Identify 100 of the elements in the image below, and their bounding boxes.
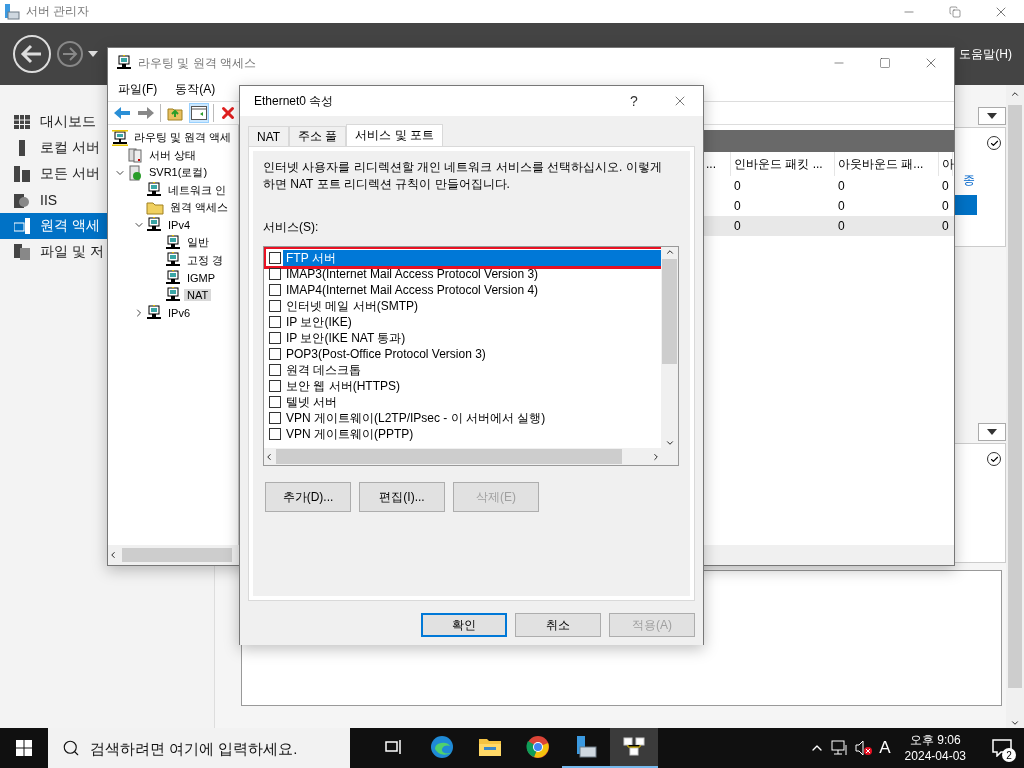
tree-item[interactable]: IPv4	[165, 219, 193, 232]
menu-item[interactable]: 동작(A)	[175, 81, 216, 98]
windows-logo-icon[interactable]	[16, 740, 32, 756]
console-tree-icon[interactable]	[191, 106, 207, 120]
scroll-up-icon[interactable]	[664, 247, 675, 257]
back-icon[interactable]	[12, 34, 52, 74]
scroll-right-icon[interactable]	[651, 451, 661, 462]
dialog-button[interactable]: 취소	[515, 613, 601, 637]
clock[interactable]: 오후 9:06 2024-04-03	[904, 732, 966, 764]
tree-item[interactable]: 일반	[184, 235, 212, 251]
folder-icon	[146, 199, 164, 216]
tree-item[interactable]: NAT	[184, 289, 212, 302]
link[interactable]: 종	[963, 172, 975, 189]
network-icon[interactable]	[831, 740, 850, 756]
network-computers-icon[interactable]	[622, 737, 646, 757]
list-item[interactable]: 인터넷 메일 서버(SMTP)	[283, 297, 421, 315]
tree-item[interactable]: 원격 액세스	[167, 200, 232, 216]
tree-item[interactable]: IGMP	[184, 271, 219, 284]
folder-icon[interactable]	[478, 737, 502, 757]
dialog-button[interactable]: 확인	[421, 613, 507, 637]
speaker-muted-icon[interactable]	[855, 740, 874, 756]
edge-icon[interactable]	[430, 735, 454, 759]
list-item[interactable]: IMAP3(Internet Mail Access Protocol Version 3)	[283, 267, 542, 281]
grid-icon	[14, 115, 30, 129]
server-manager-icon	[4, 3, 20, 20]
task-view-icon[interactable]	[385, 739, 403, 755]
tree-item[interactable]: SVR1(로컬)	[146, 165, 211, 181]
tree-item[interactable]: 라우팅 및 원격 액세	[131, 130, 235, 146]
dropdown-caret-icon	[987, 113, 997, 119]
forward-arrow-icon[interactable]	[137, 106, 155, 120]
server-manager-icon[interactable]	[574, 735, 598, 759]
dropdown[interactable]	[978, 107, 1006, 125]
list-item[interactable]: 텔넷 서버	[283, 393, 341, 411]
dropdown-caret-icon[interactable]	[88, 51, 98, 57]
list-item[interactable]: FTP 서버	[283, 249, 661, 267]
checkbox[interactable]	[269, 412, 281, 424]
help-menu[interactable]: 도움말(H)	[959, 45, 1012, 63]
checkbox[interactable]	[269, 428, 281, 440]
dialog-title: Ethernet0 속성	[254, 92, 334, 110]
checkbox[interactable]	[269, 252, 281, 264]
list-item[interactable]: 보안 웹 서버(HTTPS)	[283, 377, 403, 395]
sidebar-item[interactable]: 파일 및 저	[0, 239, 107, 265]
tree-item[interactable]: IPv6	[165, 306, 193, 319]
scroll-left-icon[interactable]	[108, 550, 118, 560]
list-item[interactable]: POP3(Post-Office Protocol Version 3)	[283, 347, 489, 361]
taskbar-button[interactable]	[610, 728, 658, 768]
list-item[interactable]: VPN 게이트웨이(PPTP)	[283, 425, 417, 443]
sidebar-item[interactable]: 로컬 서버	[0, 135, 107, 161]
action-button[interactable]: 편집(I)...	[359, 482, 445, 512]
chrome-icon[interactable]	[526, 735, 550, 759]
folder-up-icon[interactable]	[167, 105, 183, 121]
checkbox[interactable]	[269, 284, 281, 296]
checkbox[interactable]	[269, 364, 281, 376]
scroll-down-icon[interactable]	[664, 438, 675, 448]
window-title: 서버 관리자	[26, 3, 90, 20]
checkbox[interactable]	[269, 316, 281, 328]
tree-item[interactable]: 서버 상태	[146, 147, 200, 163]
input-method-indicator[interactable]: A	[879, 738, 891, 758]
list-item[interactable]: 원격 데스크톱	[283, 361, 365, 379]
sidebar-item[interactable]: IIS	[0, 187, 107, 213]
checkbox[interactable]	[269, 268, 281, 280]
horizontal-scrollbar[interactable]	[264, 448, 678, 465]
table-cell-text: 0	[941, 198, 950, 215]
delete-icon[interactable]	[219, 104, 237, 122]
checkbox[interactable]	[269, 348, 281, 360]
checkbox[interactable]	[269, 396, 281, 408]
table-cell-text: 0	[837, 198, 846, 215]
scroll-left-icon[interactable]	[264, 451, 274, 462]
list-item[interactable]: IP 보안(IKE NAT 통과)	[283, 329, 409, 347]
scrollbar[interactable]	[1006, 85, 1024, 728]
search-field[interactable]: 검색하려면 여기에 입력하세요.	[48, 728, 350, 768]
list-item[interactable]: IMAP4(Internet Mail Access Protocol Version 4)	[283, 283, 542, 297]
list-item[interactable]: IP 보안(IKE)	[283, 313, 355, 331]
computer-icon	[146, 182, 162, 199]
computer-icon	[165, 252, 181, 269]
tab[interactable]: NAT	[248, 126, 290, 146]
search-icon	[62, 739, 80, 757]
vertical-scrollbar[interactable]	[661, 247, 678, 448]
dropdown[interactable]	[978, 423, 1006, 441]
router-icon	[116, 55, 132, 71]
tree-item[interactable]: 네트워크 인	[165, 182, 230, 198]
back-arrow-icon[interactable]	[113, 106, 131, 120]
servers-icon	[14, 166, 30, 182]
maximize-icon[interactable]	[879, 57, 891, 69]
checkbox[interactable]	[269, 380, 281, 392]
notification-icon[interactable]	[992, 739, 1012, 757]
list-item[interactable]: VPN 게이트웨이(L2TP/IPsec - 이 서버에서 실행)	[283, 409, 549, 427]
sidebar-item[interactable]: 원격 액세	[0, 213, 107, 239]
checkbox[interactable]	[269, 332, 281, 344]
tab[interactable]: 주소 풀	[289, 126, 347, 146]
sidebar-item[interactable]: 대시보드	[0, 109, 107, 135]
scroll-down-icon[interactable]	[1010, 718, 1020, 728]
action-button[interactable]: 추가(D)...	[265, 482, 351, 512]
tab[interactable]: 서비스 및 포트	[346, 124, 444, 146]
scroll-up-icon[interactable]	[1010, 89, 1020, 99]
sidebar-item[interactable]: 모든 서버	[0, 161, 107, 187]
tree-item[interactable]: 고정 경	[184, 252, 227, 268]
menu-item[interactable]: 파일(F)	[118, 81, 158, 98]
help-button[interactable]: ?	[611, 86, 657, 116]
checkbox[interactable]	[269, 300, 281, 312]
